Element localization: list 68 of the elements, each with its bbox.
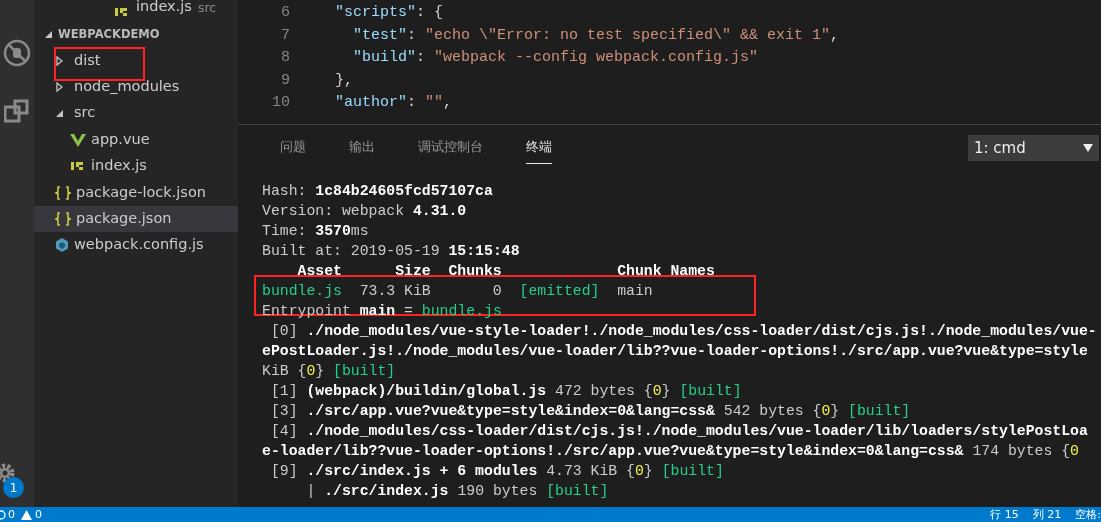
terminal-line: [0] ./node_modules/vue-style-loader!./node_modules/css-loader/dist/cjs.js!./node_modules/vue- [269, 323, 1097, 339]
tree-item[interactable]: package.json [34, 205, 238, 233]
terminal-line: [9] ./src/index.js + 6 modules 4.73 KiB {0} [built] [269, 463, 724, 479]
file-path: src [197, 0, 217, 18]
terminal-line: Asset Size Chunks Chunk Names [296, 263, 715, 279]
terminal-line: e-loader/lib??vue-loader-options!./src/app.vue?vue&type=style&index=0&lang=css& 174 bytes {0 [262, 443, 1079, 459]
terminal-line: Built at: 2019-05-19 15:15:48 [262, 243, 520, 259]
warning-count[interactable]: 0 [35, 507, 42, 522]
terminal-line: | ./src/index.js 190 bytes [built] [305, 483, 609, 499]
braces-icon [55, 211, 71, 226]
tree-item[interactable]: webpack.config.js [34, 232, 238, 259]
panel-tab[interactable]: 调试控制台 [418, 133, 483, 164]
tree-item[interactable]: index.js [34, 152, 238, 180]
terminal-line: KiB {0} [built] [262, 363, 396, 379]
warning-icon [21, 509, 32, 520]
explorer-section-header[interactable]: WEBPACKDEMO [34, 21, 238, 48]
file-name: node_modules [74, 77, 180, 97]
status-item[interactable]: 行 15 [990, 507, 1019, 522]
code-line: "build": "webpack --config webpack.config.js" [352, 48, 759, 68]
terminal-line: Version: webpack 4.31.0 [262, 203, 467, 219]
file-name: src [74, 103, 96, 123]
code-line: "test": "echo \"Error: no test specified\" && exit 1", [352, 25, 840, 46]
line-number: 7 [280, 25, 290, 46]
terminal-line: Hash: 1c84b24605fcd57107ca [262, 183, 493, 199]
collapsed-arrow-icon[interactable] [55, 81, 65, 92]
file-name: webpack.config.js [74, 235, 204, 255]
code-line: "author": "", [334, 93, 453, 113]
tree-item[interactable]: package-lock.json [34, 179, 238, 206]
expanded-arrow-icon[interactable] [55, 108, 65, 119]
status-item[interactable]: 空格: [1075, 507, 1101, 522]
panel-tab[interactable]: 终端 [526, 133, 552, 164]
terminal-line: bundle.js 73.3 KiB 0 [emitted] main [262, 283, 653, 299]
file-name: package.json [76, 209, 172, 229]
file-name: app.vue [91, 129, 150, 149]
line-number: 9 [280, 70, 290, 91]
tree-item[interactable]: dist [34, 47, 238, 74]
terminal-dropdown[interactable]: 1: cmd [968, 135, 1099, 161]
collapsed-arrow-icon[interactable] [55, 55, 65, 66]
extensions-icon[interactable] [4, 98, 30, 124]
status-item[interactable]: 列 21 [1032, 507, 1062, 522]
terminal-line: [3] ./src/app.vue?vue&type=style&index=0&lang=css& 542 bytes {0} [built] [269, 403, 911, 419]
panel-tab[interactable]: 输出 [349, 133, 375, 164]
code-line: "scripts": { [334, 3, 444, 23]
notification-badge: 1 [3, 477, 24, 498]
line-number: 8 [280, 48, 290, 68]
braces-icon [55, 185, 71, 200]
file-name: index.js [136, 0, 192, 17]
terminal-line: [1] (webpack)/buildin/global.js 472 bytes {0} [built] [269, 383, 742, 399]
error-count[interactable]: 0 [8, 507, 15, 522]
dropdown-caret-icon [1083, 144, 1093, 152]
file-name: index.js [91, 156, 147, 176]
code-line: }, [334, 70, 353, 91]
terminal-line: Time: 3570ms [262, 223, 369, 239]
panel-tab[interactable]: 问题 [280, 133, 306, 164]
line-number: 10 [271, 93, 290, 113]
terminal-line: ePostLoader.js!./node_modules/vue-loader/lib??vue-loader-options!./src/app.vue?vue&type=style [262, 343, 1088, 359]
expanded-arrow-icon[interactable] [44, 29, 54, 40]
vue-file-icon [70, 132, 86, 147]
open-editor-item[interactable]: index.js src [34, 0, 238, 21]
cube-icon [55, 238, 69, 253]
tree-item[interactable]: app.vue [34, 126, 238, 153]
line-number: 6 [280, 3, 290, 23]
section-title: WEBPACKDEMO [58, 25, 160, 43]
terminal-line: [4] ./node_modules/css-loader/dist/cjs.js!./node_modules/vue-loader/lib/loaders/stylePostLoa [269, 423, 1088, 439]
tree-item[interactable]: src [34, 100, 238, 127]
tree-item[interactable]: node_modules [34, 73, 238, 101]
file-name: dist [74, 50, 101, 70]
file-name: package-lock.json [76, 182, 206, 202]
